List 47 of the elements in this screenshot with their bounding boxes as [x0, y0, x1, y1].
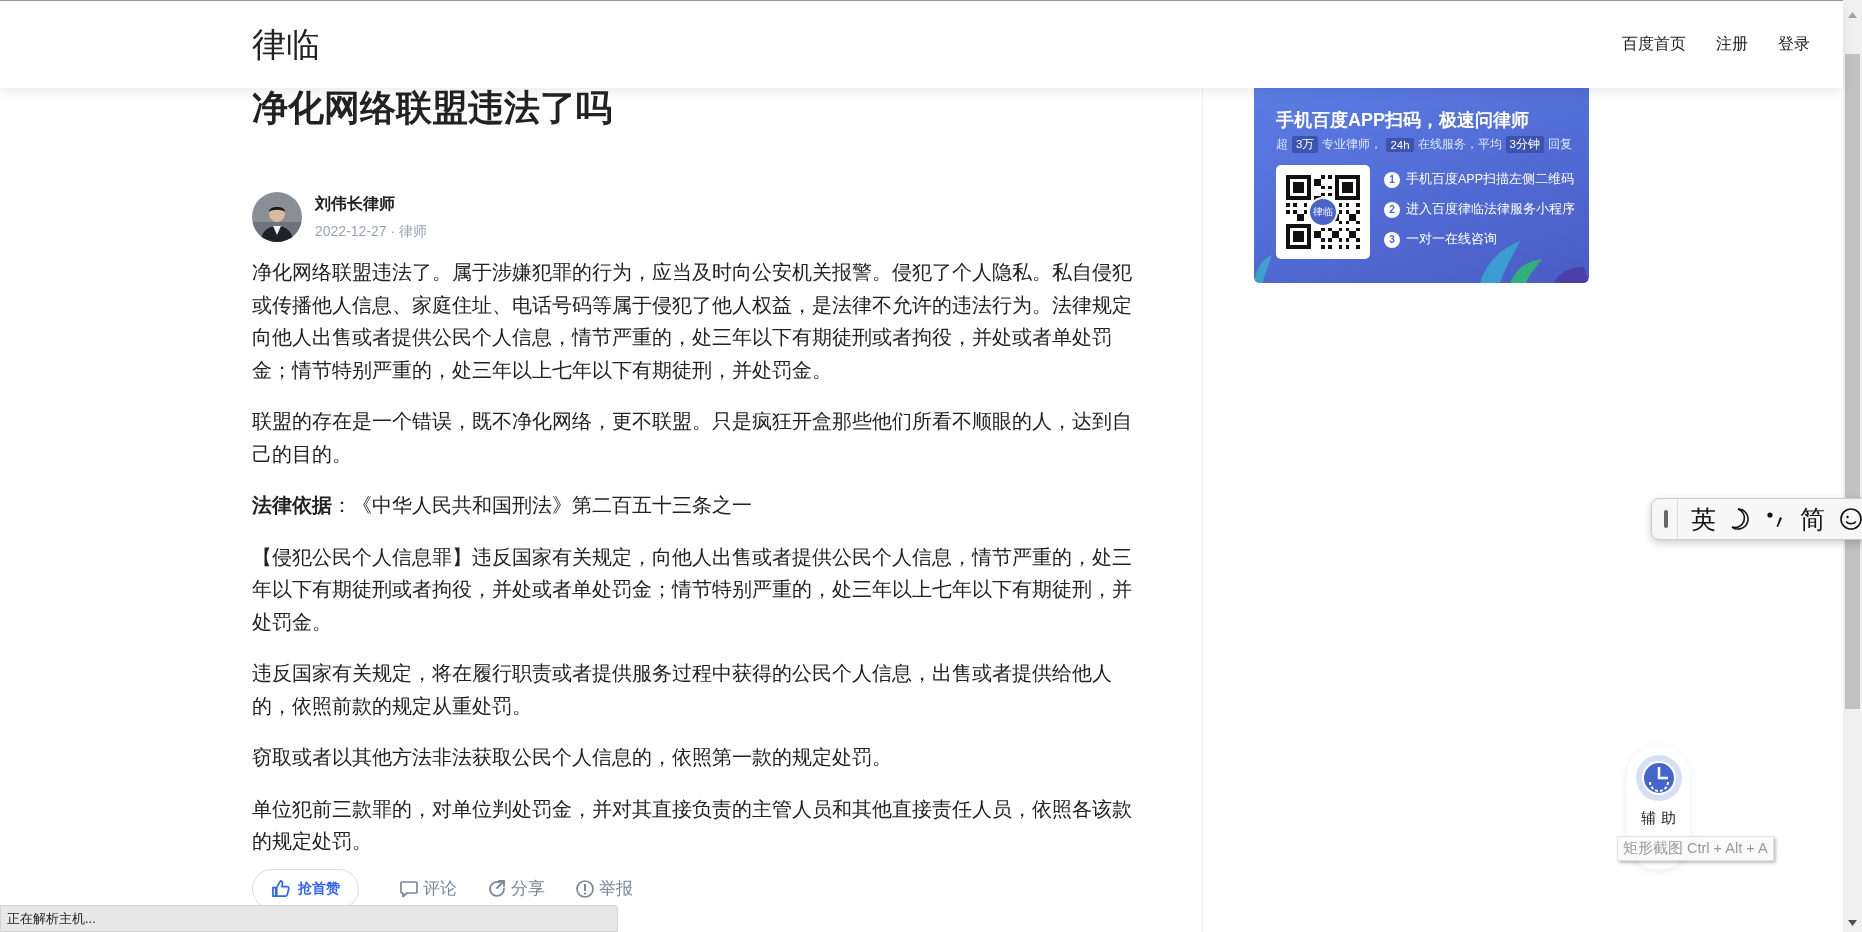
paragraph: 窃取或者以其他方法非法获取公民个人信息的，依照第一款的规定处罚。: [252, 745, 893, 770]
comment-button[interactable]: 评论: [399, 877, 457, 900]
scrollbar-thumb[interactable]: [1845, 54, 1860, 709]
share-button[interactable]: 分享: [487, 877, 545, 900]
step-number: 2: [1384, 201, 1400, 218]
paragraph: 法律依据：《中华人民共和国刑法》第二百五十三条之一: [252, 493, 753, 518]
banner-title: 手机百度APP扫码，极速问律师: [1276, 109, 1530, 132]
qr-code-icon: [1286, 175, 1360, 249]
highlight-chip: 3万: [1292, 136, 1319, 153]
paragraph: 联盟的存在是一个错误，既不净化网络，更不联盟。只是疯狂开盒那些他们所看不顺眼的人，达到自己的目的。: [252, 409, 1133, 467]
paragraph: 单位犯前三款罪的，对单位判处罚金，并对其直接负责的主管人员和其他直接责任人员，依照各该款的规定处罚。: [252, 796, 1133, 854]
moon-icon[interactable]: [1730, 507, 1752, 531]
paragraph: 违反国家有关规定，将在履行职责或者提供服务过程中获得的公民个人信息，出售或者提供给他人的，依照前款的规定从重处罚。: [252, 661, 1113, 719]
highlight-chip: 24h: [1386, 137, 1414, 152]
author-name[interactable]: 刘伟长律师: [315, 193, 428, 215]
step-text: 进入百度律临法律服务小程序: [1406, 201, 1575, 218]
subtitle-text: 专业律师，: [1322, 137, 1383, 152]
ime-button[interactable]: 简: [1800, 502, 1825, 536]
step-number: 1: [1384, 171, 1400, 188]
paragraph: 净化网络联盟违法了。属于涉嫌犯罪的行为，应当及时向公安机关报警。侵犯了个人隐私。私自侵犯或传播他人信息、家庭住址、电话号码等属于侵犯了他人权益，是法律不允许的违法行为。法律规定向他人出售或者提供公民个人信息，情节严重的，处三年以下有期徒刑或者拘役，并处或者单处罚金；情节特别严重的，处三年以上七年以下有期徒刑，并处罚金。: [252, 260, 1133, 383]
status-text: 正在解析主机...: [7, 909, 96, 928]
qr-logo: 律临: [1308, 197, 1338, 227]
thumbs-up-icon: [271, 879, 290, 898]
step-number: 3: [1384, 231, 1400, 248]
article-title: 净化网络联盟违法了吗: [252, 88, 613, 128]
subtitle-text: 回复: [1548, 137, 1572, 152]
scroll-down-icon[interactable]: [1848, 920, 1857, 926]
post-date: 2022-12-27 · 律师: [315, 222, 428, 241]
subtitle-text: 在线服务，平均: [1417, 137, 1502, 152]
ime-button[interactable]: 英: [1691, 502, 1716, 536]
smiley-icon[interactable]: [1839, 507, 1862, 531]
report-button[interactable]: 举报: [575, 877, 633, 900]
highlight-chip: 3分钟: [1505, 136, 1544, 153]
site-logo[interactable]: 律临: [252, 21, 1622, 68]
nav-link[interactable]: 登录: [1778, 34, 1810, 55]
step-text: 手机百度APP扫描左侧二维码: [1406, 171, 1574, 188]
clock-icon: [1635, 755, 1682, 801]
subtitle-text: 超: [1276, 137, 1288, 152]
nav-link[interactable]: 注册: [1716, 34, 1748, 55]
share-icon: [487, 878, 507, 899]
step-text: 一对一在线咨询: [1406, 231, 1497, 248]
drag-handle[interactable]: [1664, 510, 1668, 528]
speech-bubble-icon: [399, 878, 419, 899]
nav-link[interactable]: 百度首页: [1622, 34, 1686, 55]
tooltip: 矩形截图 Ctrl + Alt + A: [1617, 836, 1774, 861]
warning-icon: [575, 878, 595, 899]
paragraph: 【侵犯公民个人信息罪】违反国家有关规定，向他人出售或者提供公民个人信息，情节严重的，处三年以下有期徒刑或者拘役，并处或者单处罚金；情节特别严重的，处三年以上七年以下有期徒刑，并处罚金。: [252, 544, 1133, 635]
